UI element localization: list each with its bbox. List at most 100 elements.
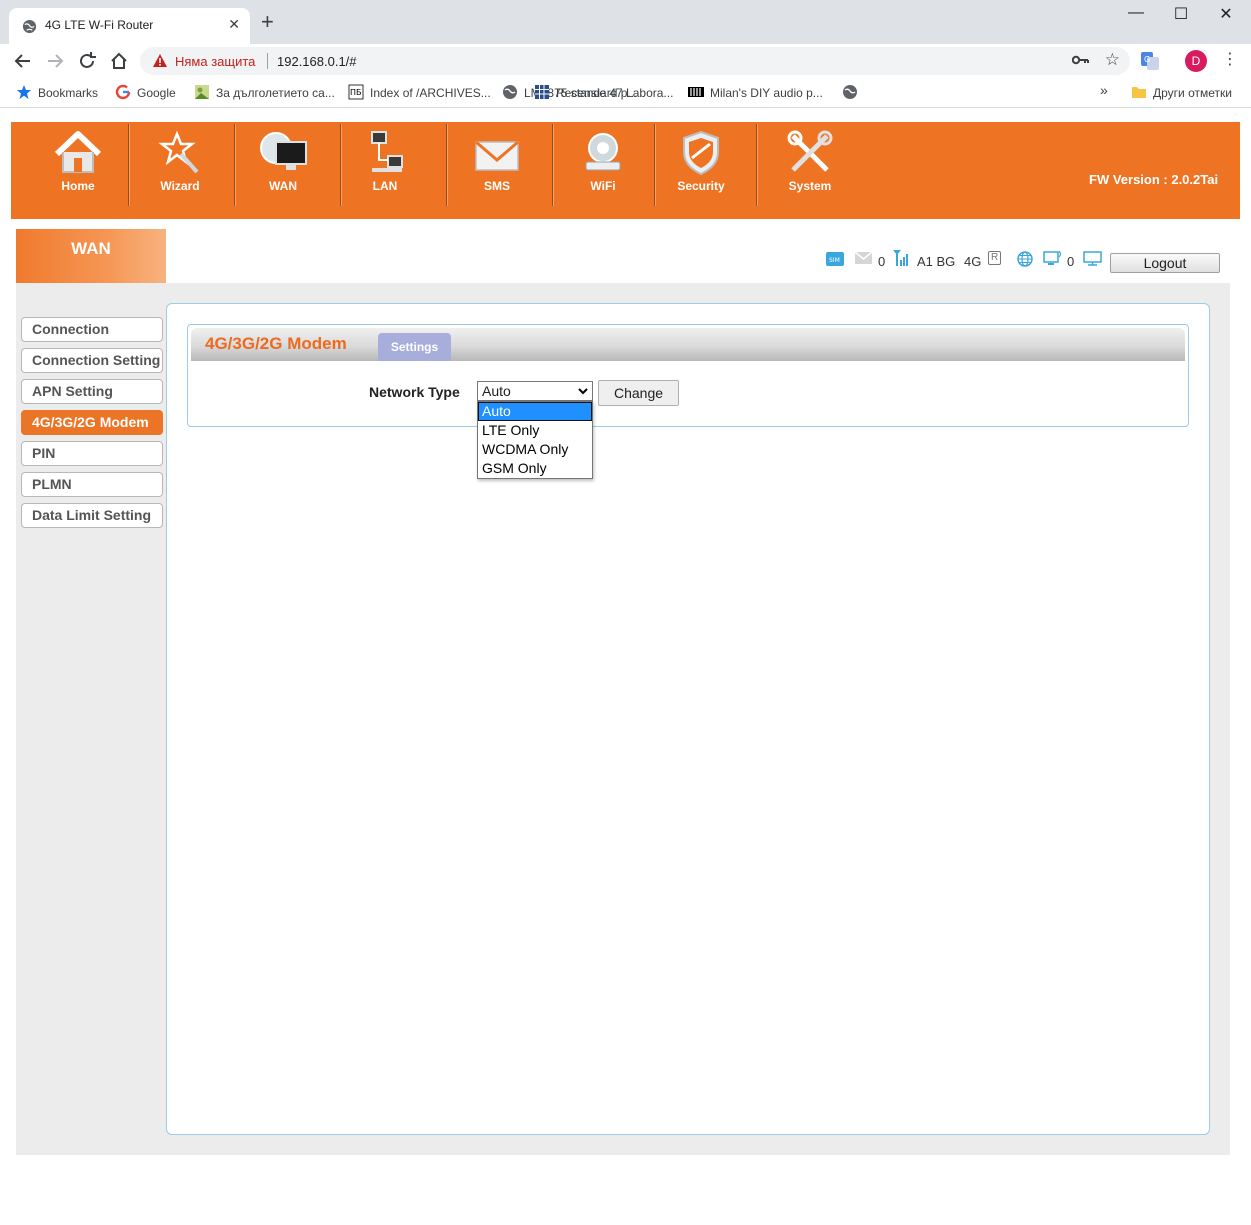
profile-avatar[interactable]: D [1185, 50, 1207, 72]
bars-icon [688, 87, 704, 97]
tab-title: 4G LTE W-Fi Router [45, 18, 154, 32]
globe-icon [503, 85, 517, 99]
globe-monitor-icon [260, 132, 307, 170]
tools-icon [787, 130, 833, 172]
nav-wan[interactable]: WAN [233, 122, 333, 206]
internet-globe-icon [1017, 251, 1033, 267]
other-bookmarks-label: Други отметки [1153, 86, 1232, 100]
dropdown-option-lte-only[interactable]: LTE Only [478, 421, 592, 440]
bookmark-label: Milan's DIY audio p... [710, 86, 823, 100]
sms-envelope-icon [855, 252, 872, 264]
roaming-indicator: R [988, 251, 1002, 265]
network-type-dropdown: Auto LTE Only WCDMA Only GSM Only [477, 401, 593, 479]
shield-icon [683, 130, 719, 176]
reload-icon[interactable] [76, 50, 98, 72]
sim-icon: SIM [826, 252, 844, 266]
minimize-button[interactable]: — [1113, 4, 1159, 22]
sms-count: 0 [878, 254, 886, 269]
bookmarks-bar: Bookmarks Google За дълголетието са... П… [0, 78, 1251, 108]
change-button[interactable]: Change [598, 380, 679, 406]
bookmark-star-icon[interactable]: ☆ [1105, 50, 1120, 70]
grid-icon [535, 85, 549, 99]
folder-icon [1132, 87, 1146, 98]
bookmark-label: Bookmarks [38, 86, 99, 100]
page-icon: ПБ [348, 84, 364, 100]
nav-label: Security [677, 179, 725, 193]
bookmark-milan[interactable]: Milan's DIY audio p... [688, 84, 823, 100]
sidebar-item-pin[interactable]: PIN [21, 441, 163, 466]
nav-label: System [788, 179, 832, 193]
wireless-router-icon [585, 133, 621, 171]
image-icon [195, 85, 209, 99]
new-tab-button[interactable]: + [261, 11, 274, 33]
browser-tab[interactable]: 4G LTE W-Fi Router ✕ [9, 8, 250, 44]
maximize-button[interactable]: ☐ [1158, 4, 1204, 24]
sidebar-item-data-limit[interactable]: Data Limit Setting [21, 503, 163, 528]
sidebar-item-plmn[interactable]: PLMN [21, 472, 163, 497]
nav-label: WAN [269, 179, 297, 193]
bookmark-bookmarks[interactable]: Bookmarks [16, 84, 98, 100]
nav-wizard[interactable]: Wizard [130, 122, 230, 206]
sidebar-item-modem[interactable]: 4G/3G/2G Modem [21, 410, 163, 435]
url-text[interactable]: 192.168.0.1/# [277, 54, 357, 69]
router-header: Home Wizard WAN LAN SMS WiFi Security Sy… [11, 122, 1240, 219]
content-panel [166, 303, 1210, 1135]
bookmark-archives[interactable]: ПБ Index of /ARCHIVES... [348, 84, 491, 100]
magic-wand-icon [158, 130, 199, 174]
svg-text:ПБ: ПБ [350, 88, 362, 97]
forward-arrow-icon[interactable] [44, 50, 66, 72]
dropdown-option-wcdma-only[interactable]: WCDMA Only [478, 440, 592, 459]
sidebar-item-connection-setting[interactable]: Connection Setting [21, 348, 163, 373]
nav-label: Wizard [160, 179, 200, 193]
nav-wifi[interactable]: WiFi [553, 122, 653, 206]
key-icon[interactable] [1072, 54, 1090, 66]
security-status-text[interactable]: Няма защита [175, 54, 255, 69]
more-bookmarks-chevron[interactable]: » [1100, 82, 1108, 98]
nav-lan[interactable]: LAN [335, 122, 435, 206]
tab-close-icon[interactable]: ✕ [228, 16, 240, 33]
bookmark-longevity[interactable]: За дълголетието са... [194, 84, 335, 100]
home-icon[interactable] [108, 50, 130, 72]
translate-extension-icon[interactable]: G [1141, 52, 1159, 70]
nav-label: Home [61, 179, 95, 193]
logout-button[interactable]: Logout [1110, 253, 1220, 273]
back-arrow-icon[interactable] [12, 50, 34, 72]
signal-strength-icon [893, 250, 908, 266]
svg-text:G: G [1144, 55, 1150, 64]
browser-menu-icon[interactable]: ⋮ [1222, 49, 1238, 69]
close-window-button[interactable]: ✕ [1203, 4, 1249, 24]
wifi-clients-icon [1043, 250, 1062, 265]
network-mode: 4G [964, 254, 982, 269]
dropdown-option-auto[interactable]: Auto [478, 402, 592, 421]
clients-count: 0 [1067, 254, 1075, 269]
lan-monitor-icon [1083, 251, 1102, 266]
sidebar-item-apn-setting[interactable]: APN Setting [21, 379, 163, 404]
star-icon [17, 85, 31, 99]
bookmark-recensie[interactable]: Recensie 47 Labora... [534, 84, 673, 100]
network-type-select[interactable]: Auto [477, 381, 593, 401]
bookmark-milan-globe[interactable] [842, 84, 864, 100]
envelope-icon [475, 140, 519, 171]
panel-title: 4G/3G/2G Modem [205, 334, 347, 353]
bookmark-google[interactable]: Google [115, 84, 176, 100]
google-icon [115, 84, 131, 100]
nav-label: LAN [372, 179, 398, 193]
dropdown-option-gsm-only[interactable]: GSM Only [478, 459, 592, 478]
house-icon [54, 131, 102, 173]
sidebar-item-connection[interactable]: Connection [21, 317, 163, 342]
globe-icon [843, 85, 857, 99]
nav-home[interactable]: Home [28, 122, 128, 206]
tab-settings[interactable]: Settings [378, 333, 451, 361]
nav-security[interactable]: Security [651, 122, 751, 206]
nav-label: WiFi [590, 179, 616, 193]
svg-text:SIM: SIM [829, 257, 840, 264]
address-separator [267, 53, 268, 69]
address-bar[interactable]: Няма защита 192.168.0.1/# ☆ [140, 47, 1130, 75]
nav-system[interactable]: System [760, 122, 860, 206]
other-bookmarks-folder[interactable]: Други отметки [1131, 84, 1232, 100]
warning-triangle-icon[interactable] [152, 53, 168, 68]
nav-sms[interactable]: SMS [447, 122, 547, 206]
chevron-down-icon [578, 388, 588, 395]
network-type-label: Network Type [369, 384, 460, 400]
globe-icon [22, 19, 37, 34]
